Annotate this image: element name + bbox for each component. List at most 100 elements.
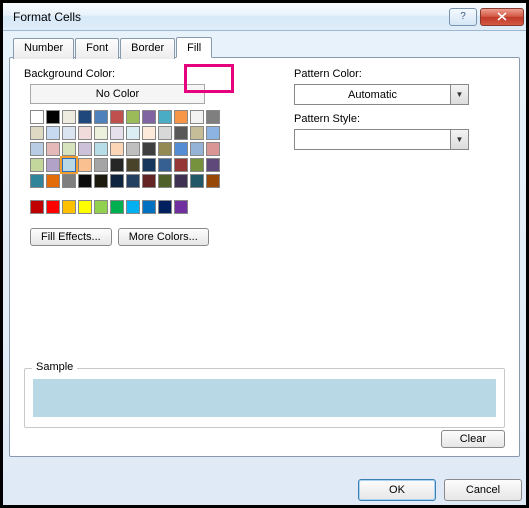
color-swatch[interactable]: [94, 158, 108, 172]
color-swatch[interactable]: [190, 126, 204, 140]
close-button[interactable]: [480, 8, 524, 26]
color-swatch[interactable]: [94, 110, 108, 124]
dialog-body: Number Font Border Fill Background Color…: [3, 31, 526, 505]
pattern-style-label: Pattern Style:: [294, 113, 505, 125]
tab-number[interactable]: Number: [13, 38, 74, 59]
color-swatch[interactable]: [62, 158, 76, 172]
color-swatch[interactable]: [78, 158, 92, 172]
color-swatch[interactable]: [174, 142, 188, 156]
right-column: Pattern Color: Automatic ▼ Pattern Style…: [294, 68, 505, 246]
color-swatch[interactable]: [142, 158, 156, 172]
color-swatch[interactable]: [78, 142, 92, 156]
color-swatch[interactable]: [30, 142, 44, 156]
pattern-style-combo[interactable]: ▼: [294, 129, 469, 150]
color-swatch[interactable]: [174, 126, 188, 140]
color-swatch[interactable]: [78, 110, 92, 124]
color-swatch[interactable]: [142, 200, 156, 214]
color-swatch[interactable]: [62, 110, 76, 124]
color-swatch[interactable]: [78, 126, 92, 140]
bg-color-label: Background Color:: [24, 68, 254, 80]
pattern-color-combo[interactable]: Automatic ▼: [294, 84, 469, 105]
color-swatch[interactable]: [46, 142, 60, 156]
color-swatch[interactable]: [110, 142, 124, 156]
color-swatch[interactable]: [110, 110, 124, 124]
tab-font[interactable]: Font: [75, 38, 119, 59]
fill-panel: Background Color: No Color Fill Effects.…: [9, 57, 520, 457]
color-swatch[interactable]: [190, 158, 204, 172]
color-swatch[interactable]: [62, 142, 76, 156]
color-swatch[interactable]: [190, 174, 204, 188]
color-swatch[interactable]: [126, 110, 140, 124]
color-swatch[interactable]: [46, 126, 60, 140]
color-swatch[interactable]: [46, 158, 60, 172]
sample-label: Sample: [32, 361, 77, 373]
color-swatch[interactable]: [62, 200, 76, 214]
color-swatch[interactable]: [142, 142, 156, 156]
color-swatch[interactable]: [46, 200, 60, 214]
pattern-color-label: Pattern Color:: [294, 68, 505, 80]
sample-preview: [33, 379, 496, 417]
color-swatch[interactable]: [206, 174, 220, 188]
dialog-buttons: OK Cancel: [358, 479, 522, 501]
color-swatch[interactable]: [206, 158, 220, 172]
color-swatch[interactable]: [94, 174, 108, 188]
color-swatch[interactable]: [126, 158, 140, 172]
color-swatch[interactable]: [190, 142, 204, 156]
color-swatch[interactable]: [30, 158, 44, 172]
color-swatch[interactable]: [30, 110, 44, 124]
color-swatch[interactable]: [174, 158, 188, 172]
color-swatch[interactable]: [94, 126, 108, 140]
color-swatch[interactable]: [62, 126, 76, 140]
color-swatch[interactable]: [206, 110, 220, 124]
color-swatch[interactable]: [30, 174, 44, 188]
color-swatch[interactable]: [94, 142, 108, 156]
color-swatch[interactable]: [174, 174, 188, 188]
fill-effects-button[interactable]: Fill Effects...: [30, 228, 112, 246]
tab-fill[interactable]: Fill: [176, 37, 212, 58]
color-swatch[interactable]: [158, 142, 172, 156]
color-swatch[interactable]: [190, 110, 204, 124]
color-swatch[interactable]: [158, 174, 172, 188]
color-swatch[interactable]: [110, 174, 124, 188]
window-controls: ?: [446, 8, 524, 26]
color-swatch[interactable]: [110, 200, 124, 214]
color-swatch[interactable]: [78, 200, 92, 214]
cancel-button[interactable]: Cancel: [444, 479, 522, 501]
color-swatch[interactable]: [126, 174, 140, 188]
theme-color-grid: [30, 110, 230, 188]
help-button[interactable]: ?: [449, 8, 477, 26]
clear-button[interactable]: Clear: [441, 430, 505, 448]
tab-border[interactable]: Border: [120, 38, 175, 59]
color-swatch[interactable]: [126, 126, 140, 140]
window-title: Format Cells: [13, 10, 446, 24]
color-swatch[interactable]: [78, 174, 92, 188]
left-column: Background Color: No Color Fill Effects.…: [24, 68, 254, 246]
standard-color-row: [30, 200, 254, 214]
pattern-color-value: Automatic: [295, 89, 450, 101]
color-swatch[interactable]: [62, 174, 76, 188]
color-swatch[interactable]: [30, 126, 44, 140]
color-swatch[interactable]: [174, 200, 188, 214]
color-swatch[interactable]: [142, 126, 156, 140]
color-swatch[interactable]: [206, 142, 220, 156]
color-swatch[interactable]: [110, 158, 124, 172]
color-swatch[interactable]: [174, 110, 188, 124]
color-swatch[interactable]: [158, 126, 172, 140]
color-swatch[interactable]: [142, 110, 156, 124]
color-swatch[interactable]: [158, 158, 172, 172]
more-colors-button[interactable]: More Colors...: [118, 228, 209, 246]
color-swatch[interactable]: [158, 200, 172, 214]
no-color-button[interactable]: No Color: [30, 84, 205, 104]
color-swatch[interactable]: [110, 126, 124, 140]
color-swatch[interactable]: [142, 174, 156, 188]
color-swatch[interactable]: [126, 142, 140, 156]
color-swatch[interactable]: [30, 200, 44, 214]
color-swatch[interactable]: [46, 110, 60, 124]
color-swatch[interactable]: [126, 200, 140, 214]
color-swatch[interactable]: [46, 174, 60, 188]
sample-group: Sample: [24, 368, 505, 428]
color-swatch[interactable]: [206, 126, 220, 140]
color-swatch[interactable]: [158, 110, 172, 124]
ok-button[interactable]: OK: [358, 479, 436, 501]
color-swatch[interactable]: [94, 200, 108, 214]
